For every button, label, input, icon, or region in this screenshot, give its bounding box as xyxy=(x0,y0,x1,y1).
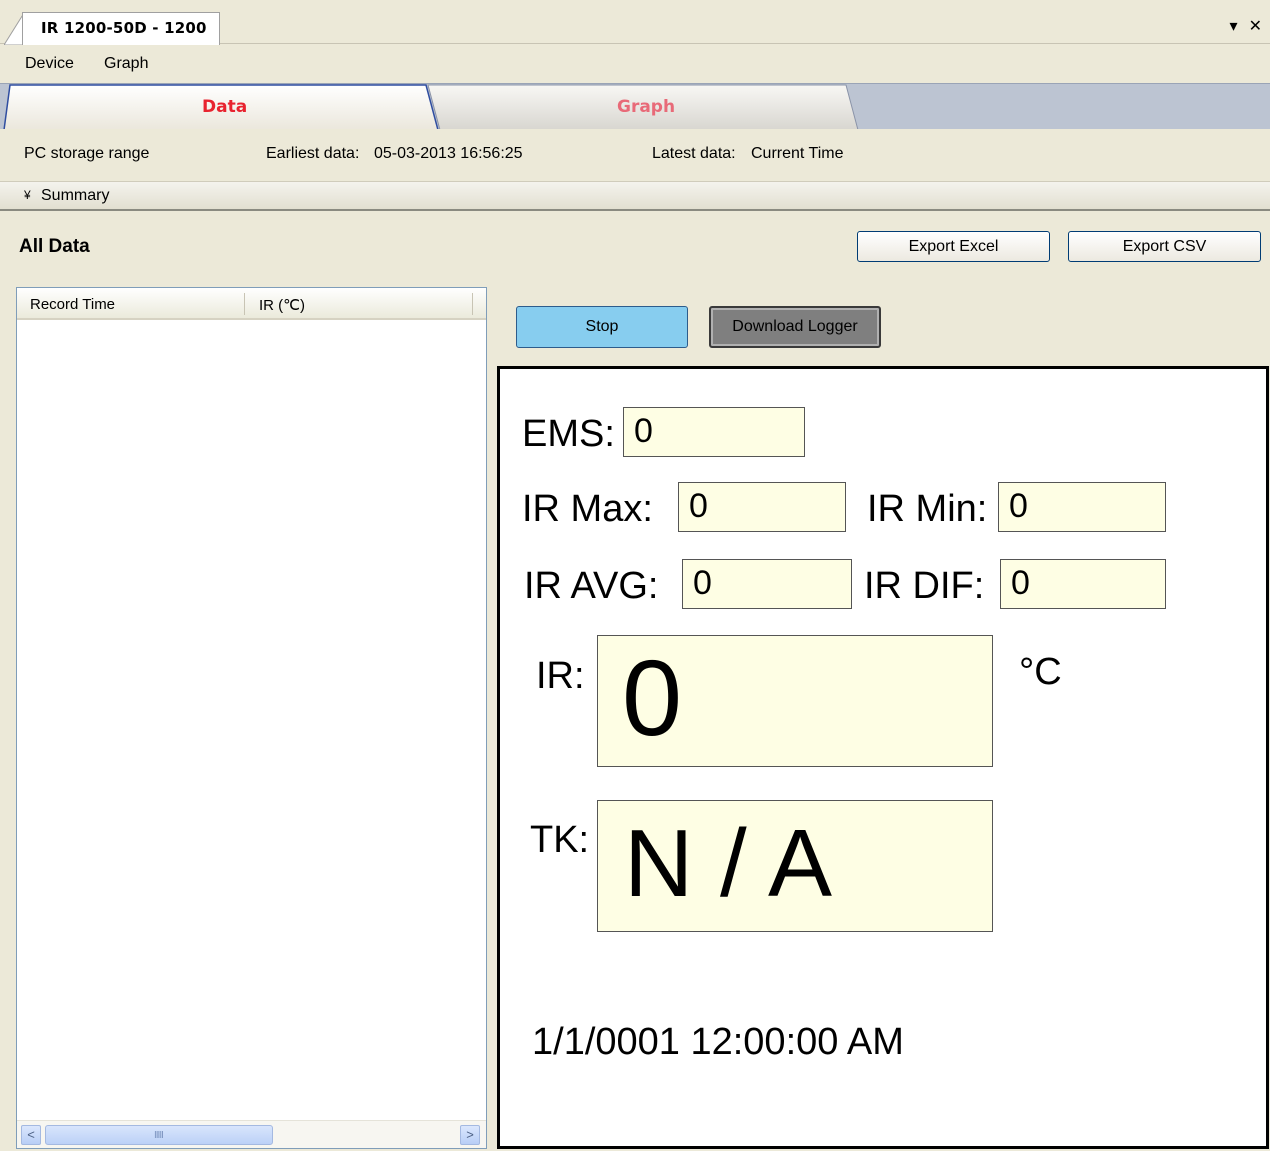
scroll-right-icon[interactable]: > xyxy=(460,1125,480,1145)
tk-label: TK: xyxy=(530,819,590,861)
live-readings-panel: EMS: 0 IR Max: 0 IR Min: 0 IR AVG: 0 IR … xyxy=(497,366,1269,1149)
reading-timestamp: 1/1/0001 12:00:00 AM xyxy=(532,1021,904,1063)
horizontal-scrollbar[interactable]: < IIIII > xyxy=(17,1120,486,1148)
ir-dif-label: IR DIF: xyxy=(864,565,985,607)
tk-value-field: N / A xyxy=(597,800,993,932)
ems-field: 0 xyxy=(623,407,805,457)
ir-value-field: 0 xyxy=(597,635,993,767)
latest-data-value: Current Time xyxy=(751,145,844,162)
tab-graph[interactable]: Graph xyxy=(617,97,675,117)
ir-avg-label: IR AVG: xyxy=(524,565,659,607)
ir-avg-field: 0 xyxy=(682,559,852,609)
chevron-down-icon[interactable]: ▾ xyxy=(1229,16,1237,35)
menu-bar: Device Graph xyxy=(0,45,1270,83)
ir-min-label: IR Min: xyxy=(867,488,988,530)
menu-device[interactable]: Device xyxy=(25,55,74,73)
column-header-ir[interactable]: IR (℃) xyxy=(259,296,305,314)
latest-data-label: Latest data: xyxy=(652,145,736,162)
document-tab-actions: ▾ ✕ xyxy=(1223,16,1262,35)
menu-graph[interactable]: Graph xyxy=(104,55,148,73)
column-divider[interactable] xyxy=(472,293,473,315)
scroll-grip: IIIII xyxy=(154,1130,164,1141)
earliest-data-value: 05-03-2013 16:56:25 xyxy=(374,145,523,162)
storage-range-row: PC storage range Earliest data: 05-03-20… xyxy=(0,129,1270,181)
document-tab-title: IR 1200-50D - 1200 xyxy=(41,19,207,37)
ir-unit: °C xyxy=(1019,651,1062,693)
document-tab[interactable]: IR 1200-50D - 1200 xyxy=(22,12,220,45)
scroll-thumb[interactable]: IIIII xyxy=(45,1125,273,1145)
list-header: Record Time IR (℃) xyxy=(17,288,486,320)
ir-min-field: 0 xyxy=(998,482,1166,532)
ir-value: 0 xyxy=(622,637,683,758)
column-divider[interactable] xyxy=(244,293,245,315)
summary-label: Summary xyxy=(41,187,110,204)
export-csv-button[interactable]: Export CSV xyxy=(1068,231,1261,262)
ems-label: EMS: xyxy=(522,413,615,455)
column-header-record-time[interactable]: Record Time xyxy=(30,296,115,313)
export-excel-button[interactable]: Export Excel xyxy=(857,231,1050,262)
stop-button[interactable]: Stop xyxy=(516,306,688,348)
tab-data[interactable]: Data xyxy=(202,97,247,117)
earliest-data-label: Earliest data: xyxy=(266,145,360,162)
ir-dif-field: 0 xyxy=(1000,559,1166,609)
record-list[interactable]: Record Time IR (℃) < IIIII > xyxy=(16,287,487,1149)
view-tab-strip: Data Graph xyxy=(0,83,1270,130)
scroll-left-icon[interactable]: < xyxy=(21,1125,41,1145)
document-tab-strip: IR 1200-50D - 1200 ▾ ✕ xyxy=(0,0,1270,45)
ir-max-label: IR Max: xyxy=(522,488,653,530)
ir-max-field: 0 xyxy=(678,482,846,532)
summary-bar[interactable]: ¥ Summary xyxy=(0,181,1270,211)
chevron-double-down-icon[interactable]: ¥ xyxy=(24,188,31,202)
ir-label: IR: xyxy=(536,655,585,697)
storage-range-label: PC storage range xyxy=(24,145,150,162)
tk-value: N / A xyxy=(624,810,833,917)
close-icon[interactable]: ✕ xyxy=(1249,16,1262,35)
section-title: All Data xyxy=(19,236,90,257)
download-logger-button[interactable]: Download Logger xyxy=(709,306,881,348)
